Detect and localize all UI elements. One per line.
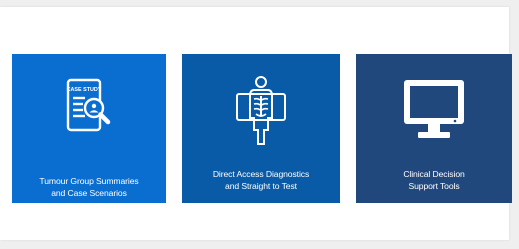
tile-clinical-decision-support[interactable]: Clinical Decision Support Tools: [356, 54, 512, 203]
tile-label: Tumour Group Summaries and Case Scenario…: [39, 176, 139, 198]
case-study-icon: CASE STUDY: [67, 78, 111, 132]
tile-tumour-group-summaries[interactable]: CASE STUDY Tumour Group Summaries and Ca…: [12, 54, 166, 203]
monitor-icon: [404, 80, 464, 138]
tile-direct-access-diagnostics[interactable]: Direct Access Diagnostics and Straight t…: [182, 54, 340, 203]
xray-icon: [236, 76, 286, 145]
tile-label: Clinical Decision Support Tools: [403, 169, 465, 191]
tile-label: Direct Access Diagnostics and Straight t…: [212, 169, 310, 191]
case-study-icon-text: CASE STUDY: [67, 87, 102, 93]
